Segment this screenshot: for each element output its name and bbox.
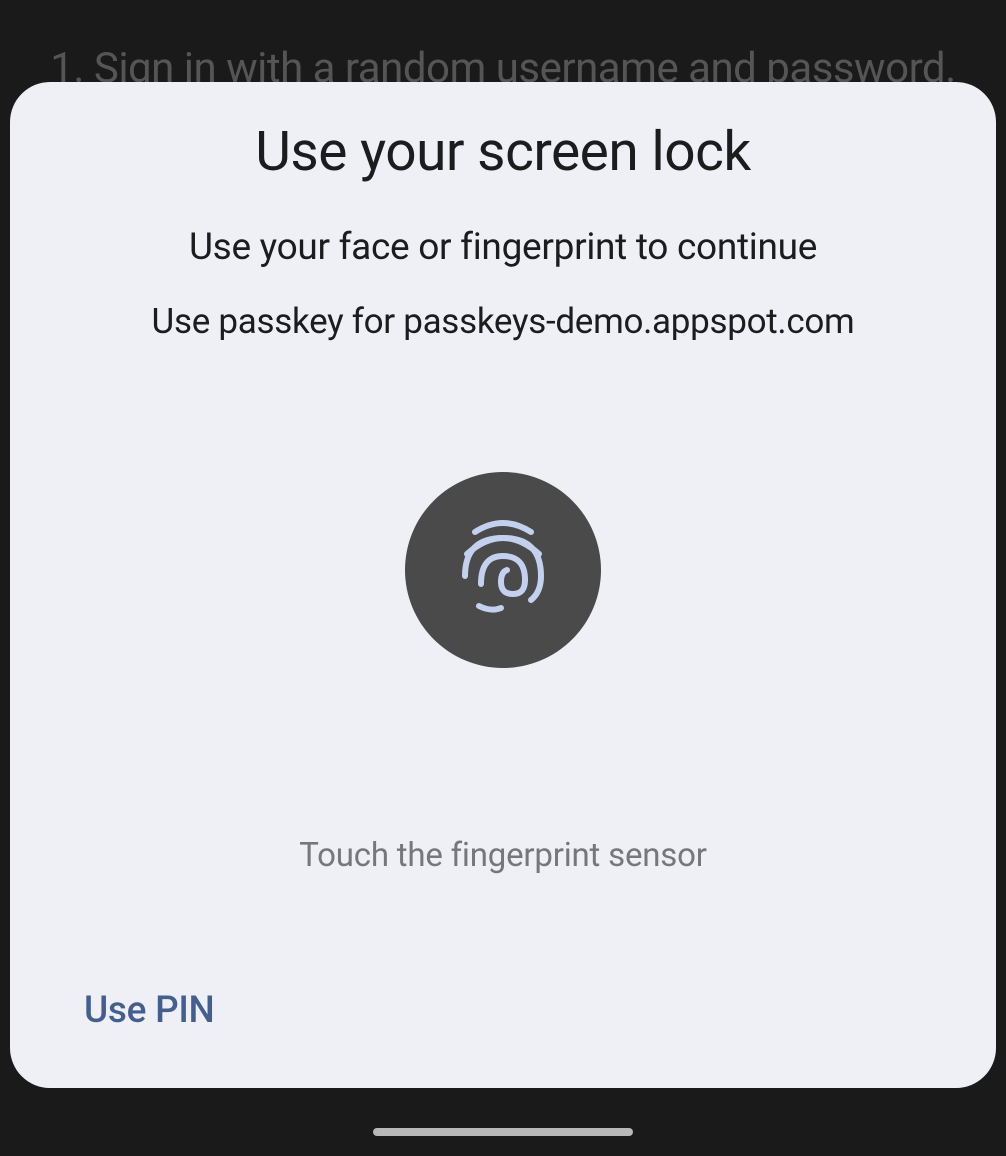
dialog-subtitle: Use your face or fingerprint to continue <box>189 226 817 269</box>
fingerprint-hint: Touch the fingerprint sensor <box>299 836 706 875</box>
fingerprint-icon <box>457 518 549 622</box>
navigation-handle[interactable] <box>373 1128 633 1136</box>
passkey-description: Use passkey for passkeys-demo.appspot.co… <box>152 301 855 342</box>
use-pin-button[interactable]: Use PIN <box>78 981 221 1040</box>
dialog-actions: Use PIN <box>10 981 996 1040</box>
dialog-title: Use your screen lock <box>255 120 751 184</box>
fingerprint-circle <box>405 472 601 668</box>
biometric-prompt-sheet: Use your screen lock Use your face or fi… <box>10 82 996 1088</box>
fingerprint-sensor-area[interactable] <box>405 472 601 668</box>
